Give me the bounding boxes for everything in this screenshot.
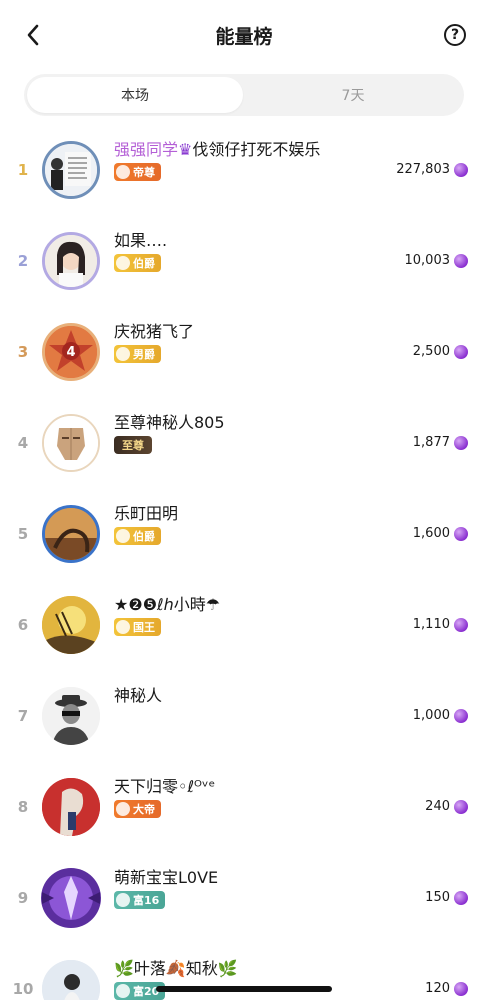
user-name: 天下归零◦ℓᴼᵛᵉ [114,777,216,796]
page-title: 能量榜 [215,26,273,48]
user-name: 如果…. [114,231,168,250]
energy-score: 150 [425,890,450,905]
energy-score: 240 [425,799,450,814]
energy-score: 1,000 [412,708,450,723]
avatar[interactable] [42,141,100,199]
energy-score: 1,110 [412,617,450,632]
avatar[interactable] [42,414,100,472]
period-tabs: 本场 7天 [24,74,464,116]
help-icon[interactable]: ? [444,24,466,46]
tab-current-session[interactable]: 本场 [27,77,243,113]
home-indicator[interactable] [156,986,332,992]
avatar[interactable] [42,232,100,290]
energy-score: 10,003 [404,253,451,268]
energy-gem-icon [454,800,468,814]
user-name: 萌新宝宝L0VE [114,868,219,887]
avatar[interactable] [34,862,108,934]
rank-number: 7 [17,706,29,725]
user-name: 至尊神秘人805 [114,413,225,432]
user-name: 强强同学♛伐领仔打死不娱乐 [114,140,321,159]
list-item[interactable]: 6 ★❷❺ℓℎ小時☂ 国王 1,110 [0,579,488,670]
energy-gem-icon [454,345,468,359]
rank-number: 4 [17,433,29,452]
user-name: ★❷❺ℓℎ小時☂ [114,595,221,614]
list-item[interactable]: 3 4 庆祝猪飞了 男爵 2,500 [0,306,488,397]
rank-number: 8 [17,797,29,816]
user-name: 庆祝猪飞了 [114,322,195,341]
list-item[interactable]: 5 乐町田明 伯爵 1,600 [0,488,488,579]
energy-gem-icon [454,891,468,905]
level-badge: 伯爵 [114,254,161,272]
level-badge: 大帝 [114,800,161,818]
top-nav: 能量榜 ? [0,0,488,70]
list-item[interactable]: 4 至尊神秘人805 至尊 1,877 [0,397,488,488]
avatar[interactable]: 4 [42,323,100,381]
energy-score: 227,803 [396,162,450,177]
rank-number: 9 [17,888,29,907]
list-item[interactable]: 2 如果…. 伯爵 10,003 [0,215,488,306]
energy-score: 120 [425,981,450,996]
avatar[interactable] [42,778,100,836]
rank-number: 3 [17,342,29,361]
level-badge: 至尊 [114,436,152,454]
rank-number: 10 [12,979,34,998]
energy-gem-icon [454,254,468,268]
list-item[interactable]: 9 萌新宝宝L0VE 富16 150 [0,852,488,943]
user-name: 🌿叶落🍂知秋🌿 [114,959,238,978]
energy-score: 2,500 [412,344,450,359]
energy-gem-icon [454,618,468,632]
avatar[interactable] [42,960,100,1000]
level-badge: 富16 [114,891,166,909]
user-name: 神秘人 [114,686,163,705]
energy-gem-icon [454,982,468,996]
energy-gem-icon [454,436,468,450]
energy-gem-icon [454,163,468,177]
tab-7-days[interactable]: 7天 [245,77,461,113]
level-badge: 男爵 [114,345,161,363]
level-badge: 国王 [114,618,161,636]
avatar[interactable] [42,505,100,563]
list-item[interactable]: 1 强强同学♛伐领仔打死不娱乐 帝尊 227,803 [0,124,488,215]
user-name: 乐町田明 [114,504,179,523]
level-badge: 帝尊 [114,163,161,181]
rank-number: 5 [17,524,29,543]
list-item[interactable]: 8 天下归零◦ℓᴼᵛᵉ 大帝 240 [0,761,488,852]
list-item[interactable]: 7 神秘人 1,000 [0,670,488,761]
energy-score: 1,600 [412,526,450,541]
level-badge: 伯爵 [114,527,161,545]
rank-number: 1 [17,160,29,179]
rank-number: 2 [17,251,29,270]
energy-score: 1,877 [412,435,450,450]
rank-number: 6 [17,615,29,634]
svg-text:4: 4 [66,345,75,360]
avatar[interactable] [42,596,100,654]
energy-gem-icon [454,709,468,723]
avatar[interactable] [42,687,100,745]
energy-gem-icon [454,527,468,541]
